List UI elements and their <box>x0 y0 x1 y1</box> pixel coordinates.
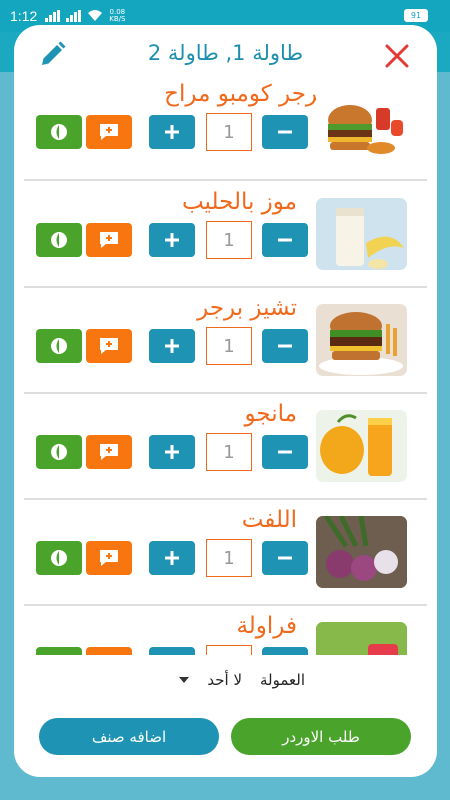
banana-milk-photo <box>316 198 407 270</box>
plus-icon <box>165 339 179 353</box>
decrease-quantity-button[interactable] <box>262 115 308 149</box>
item-note-button[interactable] <box>36 435 82 469</box>
item-name: برجر كومبو مراح <box>164 83 325 107</box>
drop-icon <box>51 232 67 248</box>
divider <box>24 604 427 606</box>
drop-icon <box>49 654 69 655</box>
add-comment-icon <box>100 124 118 140</box>
decrease-quantity-button[interactable] <box>262 435 308 469</box>
item-comment-button[interactable] <box>86 541 132 575</box>
item-name: فراولة <box>236 613 297 639</box>
quantity-input[interactable] <box>206 113 252 151</box>
quantity-input[interactable] <box>206 539 252 577</box>
increase-quantity-button[interactable] <box>149 329 195 363</box>
item-name: مانجو <box>244 401 297 427</box>
decrease-quantity-button[interactable] <box>262 329 308 363</box>
network-speed: 0.08 KB/S <box>109 8 126 23</box>
add-item-button[interactable]: اضافه صنف <box>39 718 219 755</box>
mango-juice-photo <box>316 410 407 482</box>
minus-icon <box>278 344 292 348</box>
divider <box>24 179 427 181</box>
order-item: اللفت <box>14 507 437 623</box>
drop-icon <box>51 444 67 460</box>
commission-row: العمولة لا أحد <box>14 671 437 695</box>
dialog-title: طاولة 1, طاولة 2 <box>147 41 304 65</box>
status-time: 1:12 <box>10 8 38 24</box>
quantity-input[interactable] <box>206 327 252 365</box>
cheeseburger-photo <box>316 304 407 376</box>
increase-quantity-button[interactable] <box>149 435 195 469</box>
item-comment-button[interactable] <box>86 115 132 149</box>
increase-quantity-button[interactable] <box>149 647 195 655</box>
quantity-input[interactable] <box>206 433 252 471</box>
add-comment-icon <box>98 654 120 655</box>
item-note-button[interactable] <box>36 647 82 655</box>
minus-icon <box>278 130 292 134</box>
decrease-quantity-button[interactable] <box>262 223 308 257</box>
order-item: برجر كومبو مراح <box>14 83 437 197</box>
item-name: موز بالحليب <box>181 189 297 215</box>
divider <box>24 286 427 288</box>
order-item: فراولة <box>14 613 437 655</box>
minus-icon <box>278 238 292 242</box>
drop-icon <box>51 550 67 566</box>
minus-icon <box>278 450 292 454</box>
plus-icon <box>165 445 179 459</box>
minus-icon <box>278 556 292 560</box>
add-comment-icon <box>100 232 118 248</box>
item-comment-button[interactable] <box>86 223 132 257</box>
commission-selected-value: لا أحد <box>207 671 242 689</box>
strawberry-juice-photo <box>316 622 407 655</box>
order-item: تشيز برجر <box>14 295 437 411</box>
order-dialog: طاولة 1, طاولة 2 برجر كومبو مراح 1 موز ب… <box>14 25 437 777</box>
burger-combo-photo <box>316 90 407 162</box>
increase-quantity-button[interactable] <box>149 541 195 575</box>
add-comment-icon <box>100 444 118 460</box>
item-note-button[interactable] <box>36 541 82 575</box>
item-note-button[interactable] <box>36 115 82 149</box>
signal-icon <box>66 10 82 22</box>
increase-quantity-button[interactable] <box>149 115 195 149</box>
add-comment-icon <box>100 338 118 354</box>
turnip-photo <box>316 516 407 588</box>
plus-icon <box>165 125 179 139</box>
item-note-button[interactable] <box>36 223 82 257</box>
order-item: موز بالحليب <box>14 189 437 305</box>
item-comment-button[interactable] <box>86 647 132 655</box>
close-icon[interactable] <box>384 43 410 69</box>
decrease-quantity-button[interactable] <box>262 647 308 655</box>
plus-icon <box>165 551 179 565</box>
increase-quantity-button[interactable] <box>149 223 195 257</box>
item-comment-button[interactable] <box>86 329 132 363</box>
decrease-quantity-button[interactable] <box>262 541 308 575</box>
place-order-button[interactable]: طلب الاوردر <box>231 718 411 755</box>
divider <box>24 392 427 394</box>
commission-label: العمولة <box>259 671 305 689</box>
signal-icons <box>45 10 103 22</box>
wifi-icon <box>88 10 103 21</box>
dialog-header: طاولة 1, طاولة 2 <box>14 25 437 83</box>
quantity-input[interactable] <box>206 221 252 259</box>
item-comment-button[interactable] <box>86 435 132 469</box>
plus-icon <box>165 233 179 247</box>
quantity-input[interactable] <box>206 645 252 655</box>
drop-icon <box>51 124 67 140</box>
item-note-button[interactable] <box>36 329 82 363</box>
battery-icon: 91 <box>404 9 428 22</box>
item-name: اللفت <box>241 507 297 533</box>
add-comment-icon <box>100 550 118 566</box>
order-item: مانجو <box>14 401 437 517</box>
divider <box>24 498 427 500</box>
order-items-list[interactable]: برجر كومبو مراح 1 موز بالحليب 1 تشيز برج… <box>14 83 437 655</box>
commission-dropdown[interactable]: لا أحد <box>179 671 242 689</box>
item-name: تشيز برجر <box>197 295 297 321</box>
signal-icon <box>45 10 61 22</box>
drop-icon <box>51 338 67 354</box>
dropdown-arrow-icon <box>179 677 190 683</box>
